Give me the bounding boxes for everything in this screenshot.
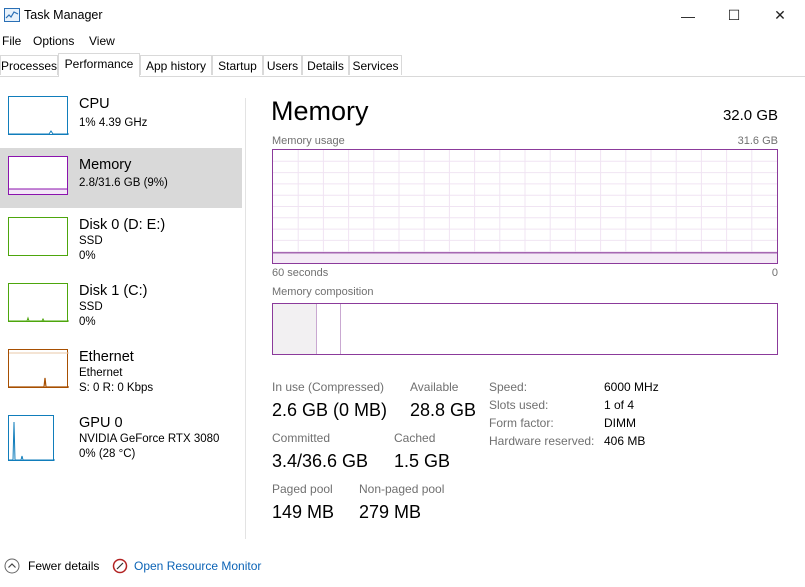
memory-total: 32.0 GB	[722, 107, 778, 124]
fewer-details-button[interactable]: Fewer details	[28, 559, 99, 573]
slots-used-value: 1 of 4	[604, 398, 635, 412]
window-title: Task Manager	[24, 8, 103, 22]
usage-area	[273, 252, 777, 263]
form-factor-label: Form factor:	[489, 416, 554, 430]
tab-processes[interactable]: Processes	[0, 55, 58, 75]
menu-options[interactable]: Options	[33, 34, 74, 48]
sidebar-item-detail: 2.8/31.6 GB (9%)	[79, 177, 168, 189]
sidebar-item-name: Disk 1 (C:)	[79, 283, 148, 299]
sidebar-item-disk-1[interactable]: Disk 1 (C:) SSD 0%	[0, 276, 242, 336]
title-bar: Task Manager — ☐ ✕	[0, 0, 805, 31]
tab-startup[interactable]: Startup	[212, 55, 263, 75]
menu-file[interactable]: File	[2, 34, 21, 48]
tab-services[interactable]: Services	[349, 55, 402, 75]
minimize-button[interactable]: —	[665, 0, 711, 31]
usage-graph-canvas	[273, 150, 777, 263]
composition-in-use	[273, 304, 317, 354]
hardware-reserved-value: 406 MB	[604, 434, 646, 448]
paged-pool-label: Paged pool	[272, 482, 333, 496]
sidebar-item-usage: 0%	[79, 316, 96, 328]
open-resource-monitor-link[interactable]: Open Resource Monitor	[134, 559, 261, 573]
tab-performance[interactable]: Performance	[58, 53, 140, 77]
time-end-label: 0	[771, 267, 778, 279]
memory-usage-max: 31.6 GB	[737, 135, 778, 147]
disk-graph-icon	[8, 283, 69, 322]
non-paged-pool-value: 279 MB	[359, 502, 422, 522]
sidebar-item-usage: 0%	[79, 250, 96, 262]
tab-users[interactable]: Users	[263, 55, 302, 75]
available-label: Available	[410, 380, 459, 394]
task-manager-icon	[4, 8, 20, 22]
time-span-label: 60 seconds	[272, 267, 329, 279]
resource-list: CPU 1% 4.39 GHz Memory 2.8/31.6 GB (9%) …	[0, 77, 244, 542]
sidebar-item-detail: 1% 4.39 GHz	[79, 117, 148, 129]
sidebar-item-ethernet[interactable]: Ethernet Ethernet S: 0 R: 0 Kbps	[0, 342, 242, 402]
in-use-value: 2.6 GB (0 MB)	[272, 400, 388, 420]
cached-label: Cached	[394, 431, 436, 445]
memory-composition-label: Memory composition	[272, 286, 374, 298]
sidebar-item-name: CPU	[79, 96, 110, 112]
committed-label: Committed	[272, 431, 331, 445]
cpu-graph-icon	[8, 96, 69, 135]
sidebar-item-memory[interactable]: Memory 2.8/31.6 GB (9%)	[0, 148, 242, 208]
hardware-reserved-label: Hardware reserved:	[489, 434, 595, 448]
disk-graph-icon	[8, 217, 68, 256]
tab-strip: Processes Performance App history Startu…	[0, 53, 805, 77]
panel-divider[interactable]	[245, 98, 246, 539]
composition-modified	[316, 304, 341, 354]
menu-bar: File Options View	[0, 31, 805, 51]
slots-used-label: Slots used:	[489, 398, 549, 412]
footer: Fewer details Open Resource Monitor	[0, 556, 805, 580]
chevron-up-icon[interactable]	[4, 558, 20, 574]
memory-usage-graph	[272, 149, 778, 264]
sidebar-item-type: SSD	[79, 301, 103, 313]
sidebar-item-type: SSD	[79, 235, 103, 247]
tab-details[interactable]: Details	[302, 55, 349, 75]
sidebar-item-name: Disk 0 (D: E:)	[79, 217, 166, 233]
memory-composition-bar	[272, 303, 778, 355]
close-button[interactable]: ✕	[757, 0, 803, 31]
in-use-label: In use (Compressed)	[272, 380, 385, 394]
form-factor-value: DIMM	[604, 416, 636, 430]
menu-view[interactable]: View	[89, 34, 115, 48]
non-paged-pool-label: Non-paged pool	[359, 482, 445, 496]
paged-pool-value: 149 MB	[272, 502, 335, 522]
gpu-graph-icon	[8, 415, 55, 461]
page-title: Memory	[271, 96, 369, 126]
sidebar-item-gpu[interactable]: GPU 0 NVIDIA GeForce RTX 3080 0% (28 °C)	[0, 408, 242, 468]
sidebar-item-model: NVIDIA GeForce RTX 3080	[79, 433, 220, 445]
ethernet-graph-icon	[8, 349, 69, 388]
speed-value: 6000 MHz	[604, 380, 659, 394]
sidebar-item-throughput: S: 0 R: 0 Kbps	[79, 382, 154, 394]
sidebar-item-usage: 0% (28 °C)	[79, 448, 136, 460]
sidebar-item-adapter: Ethernet	[79, 367, 123, 379]
resource-monitor-icon[interactable]	[112, 558, 128, 574]
cached-value: 1.5 GB	[394, 451, 451, 471]
tab-app-history[interactable]: App history	[140, 55, 212, 75]
sidebar-item-name: GPU 0	[79, 415, 123, 431]
memory-graph-icon	[8, 156, 68, 195]
available-value: 28.8 GB	[410, 400, 477, 420]
sidebar-item-cpu[interactable]: CPU 1% 4.39 GHz	[0, 89, 242, 149]
speed-label: Speed:	[489, 380, 528, 394]
committed-value: 3.4/36.6 GB	[272, 451, 369, 471]
maximize-button[interactable]: ☐	[711, 0, 757, 31]
sidebar-item-disk-0[interactable]: Disk 0 (D: E:) SSD 0%	[0, 210, 242, 270]
memory-usage-label: Memory usage	[272, 135, 345, 147]
sidebar-item-name: Ethernet	[79, 349, 134, 365]
sidebar-item-name: Memory	[79, 157, 132, 173]
